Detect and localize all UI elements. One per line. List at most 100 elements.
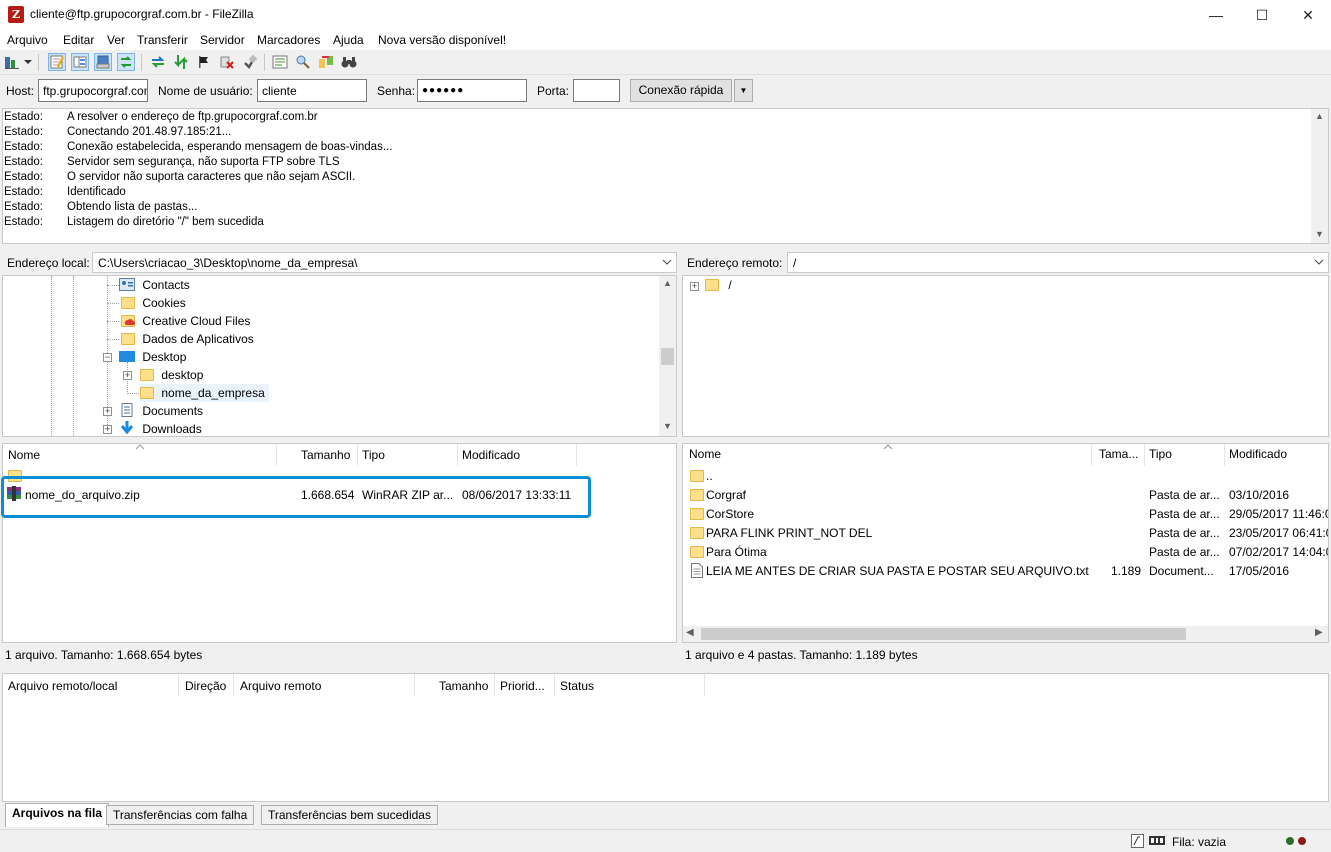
column-header-name[interactable]: Nome — [689, 447, 721, 461]
tree-item-dados-de-aplicativos[interactable]: Dados de Aplicativos — [121, 330, 254, 348]
menu-nova-versao[interactable]: Nova versão disponível! — [378, 33, 506, 47]
scroll-down-icon[interactable]: ▼ — [1311, 229, 1328, 239]
log-scrollbar[interactable]: ▲ ▼ — [1311, 109, 1328, 243]
host-input[interactable]: ftp.grupocorgraf.com.br — [38, 79, 148, 102]
tab-failed-transfers[interactable]: Transferências com falha — [106, 805, 255, 825]
scroll-right-icon[interactable]: ▶ — [1315, 627, 1323, 638]
file-row-para-flink-print[interactable]: PARA FLINK PRINT_NOT DEL Pasta de ar... … — [683, 524, 1328, 543]
file-row-parent[interactable]: .. — [683, 467, 1328, 486]
tree-item-cookies[interactable]: Cookies — [121, 294, 186, 312]
local-address-bar: Endereço local: C:\Users\criacao_3\Deskt… — [2, 252, 677, 274]
column-header-modified[interactable]: Modificado — [462, 448, 520, 462]
reconnect-icon[interactable] — [241, 53, 259, 71]
column-header-type[interactable]: Tipo — [1149, 447, 1172, 461]
file-row-leia-me[interactable]: LEIA ME ANTES DE CRIAR SUA PASTA E POSTA… — [683, 562, 1328, 581]
column-header-modified[interactable]: Modificado — [1229, 447, 1287, 461]
collapse-desktop-icon[interactable]: − — [103, 353, 112, 362]
quickconnect-button[interactable]: Conexão rápida — [630, 79, 732, 102]
scroll-thumb[interactable] — [701, 628, 1186, 640]
tree-item-contacts[interactable]: Contacts — [119, 276, 190, 294]
message-log: Estado: A resolver o endereço de ftp.grup… — [2, 108, 1329, 244]
menu-arquivo[interactable]: Arquivo — [7, 33, 48, 47]
tab-successful-transfers[interactable]: Transferências bem sucedidas — [261, 805, 438, 825]
refresh-icon[interactable] — [149, 53, 167, 71]
downloads-icon — [120, 421, 134, 435]
queue-column-direction[interactable]: Direção — [185, 679, 226, 693]
site-manager-icon[interactable] — [3, 53, 21, 71]
process-queue-icon[interactable] — [172, 53, 190, 71]
queue-column-remote-file[interactable]: Arquivo remoto — [240, 679, 321, 693]
expand-desktop-folder-icon[interactable]: + — [123, 371, 132, 380]
scroll-up-icon[interactable]: ▲ — [659, 278, 676, 288]
toggle-sync-browsing-icon[interactable] — [294, 53, 312, 71]
tree-item-downloads[interactable]: Downloads — [119, 420, 202, 438]
username-input[interactable]: cliente — [257, 79, 367, 102]
quickconnect-dropdown-button[interactable]: ▼ — [734, 79, 753, 102]
tree-item-nome-da-empresa[interactable]: nome_da_empresa — [140, 384, 269, 402]
scroll-left-icon[interactable]: ◀ — [686, 627, 694, 638]
menu-servidor[interactable]: Servidor — [200, 33, 245, 47]
remote-address-dropdown-icon[interactable] — [1314, 259, 1324, 266]
menu-transferir[interactable]: Transferir — [137, 33, 188, 47]
local-address-input[interactable]: C:\Users\criacao_3\Desktop\nome_da_empre… — [92, 252, 677, 273]
remote-address-input[interactable]: / — [787, 252, 1329, 273]
scroll-up-icon[interactable]: ▲ — [1311, 111, 1328, 121]
remote-list-hscrollbar[interactable]: ◀ ▶ — [683, 626, 1328, 642]
folder-icon — [690, 508, 704, 520]
column-header-type[interactable]: Tipo — [362, 448, 385, 462]
scroll-down-icon[interactable]: ▼ — [659, 421, 676, 431]
password-label: Senha: — [377, 84, 416, 98]
scroll-thumb[interactable] — [661, 348, 674, 365]
tree-item-root[interactable]: / — [705, 276, 732, 294]
local-address-dropdown-icon[interactable] — [662, 259, 672, 266]
folder-icon — [121, 333, 135, 345]
toggle-local-tree-icon[interactable] — [71, 53, 89, 71]
local-tree-scrollbar[interactable]: ▲ ▼ — [659, 276, 676, 436]
disconnect-icon[interactable] — [218, 53, 236, 71]
directory-listing-filters-icon[interactable] — [271, 53, 289, 71]
folder-icon — [140, 369, 154, 381]
menu-editar[interactable]: Editar — [63, 33, 94, 47]
cancel-icon[interactable] — [195, 53, 213, 71]
dropdown-arrow-icon[interactable] — [22, 53, 34, 71]
menu-marcadores[interactable]: Marcadores — [257, 33, 320, 47]
remote-address-bar: Endereço remoto: / — [682, 252, 1329, 274]
remote-status-text: 1 arquivo e 4 pastas. Tamanho: 1.189 byt… — [685, 648, 918, 662]
tree-item-creative-cloud-files[interactable]: Creative Cloud Files — [121, 312, 250, 330]
remote-directory-tree: + / — [682, 275, 1329, 437]
host-label: Host: — [6, 84, 35, 98]
minimize-button[interactable]: — — [1193, 0, 1239, 30]
username-label: Nome de usuário: — [158, 84, 253, 98]
menu-ver[interactable]: Ver — [107, 33, 125, 47]
filter-indicator-icon[interactable] — [1131, 834, 1144, 848]
column-header-name[interactable]: Nome — [8, 448, 40, 462]
password-input[interactable]: ●●●●●● — [417, 79, 527, 102]
maximize-button[interactable]: ☐ — [1239, 0, 1285, 30]
toggle-remote-tree-icon[interactable] — [94, 53, 112, 71]
column-header-size[interactable]: Tama... — [1099, 447, 1138, 461]
close-button[interactable]: ✕ — [1285, 0, 1331, 30]
tree-item-desktop[interactable]: Desktop — [119, 348, 186, 366]
queue-column-size[interactable]: Tamanho — [439, 679, 488, 693]
file-row-corstore[interactable]: CorStore Pasta de ar... 29/05/2017 11:46… — [683, 505, 1328, 524]
toggle-log-icon[interactable] — [48, 53, 66, 71]
toolbar — [0, 50, 1331, 75]
tree-item-desktop-folder[interactable]: desktop — [140, 366, 203, 384]
toggle-queue-icon[interactable] — [117, 53, 135, 71]
binary-mode-icon[interactable] — [1149, 836, 1165, 845]
file-row-para-otima[interactable]: Para Ótima Pasta de ar... 07/02/2017 14:… — [683, 543, 1328, 562]
file-row-corgraf[interactable]: Corgraf Pasta de ar... 03/10/2016 — [683, 486, 1328, 505]
expand-documents-icon[interactable]: + — [103, 407, 112, 416]
queue-column-local-remote[interactable]: Arquivo remoto/local — [8, 679, 117, 693]
queue-column-status[interactable]: Status — [560, 679, 594, 693]
column-header-size[interactable]: Tamanho — [301, 448, 350, 462]
tab-queued-files[interactable]: Arquivos na fila — [5, 803, 110, 827]
expand-downloads-icon[interactable]: + — [103, 425, 112, 434]
port-input[interactable] — [573, 79, 620, 102]
menu-ajuda[interactable]: Ajuda — [333, 33, 364, 47]
search-icon[interactable] — [340, 53, 358, 71]
dir-comparison-icon[interactable] — [317, 53, 335, 71]
tree-item-documents[interactable]: Documents — [119, 402, 203, 420]
expand-root-icon[interactable]: + — [690, 282, 699, 291]
queue-column-priority[interactable]: Priorid... — [500, 679, 545, 693]
